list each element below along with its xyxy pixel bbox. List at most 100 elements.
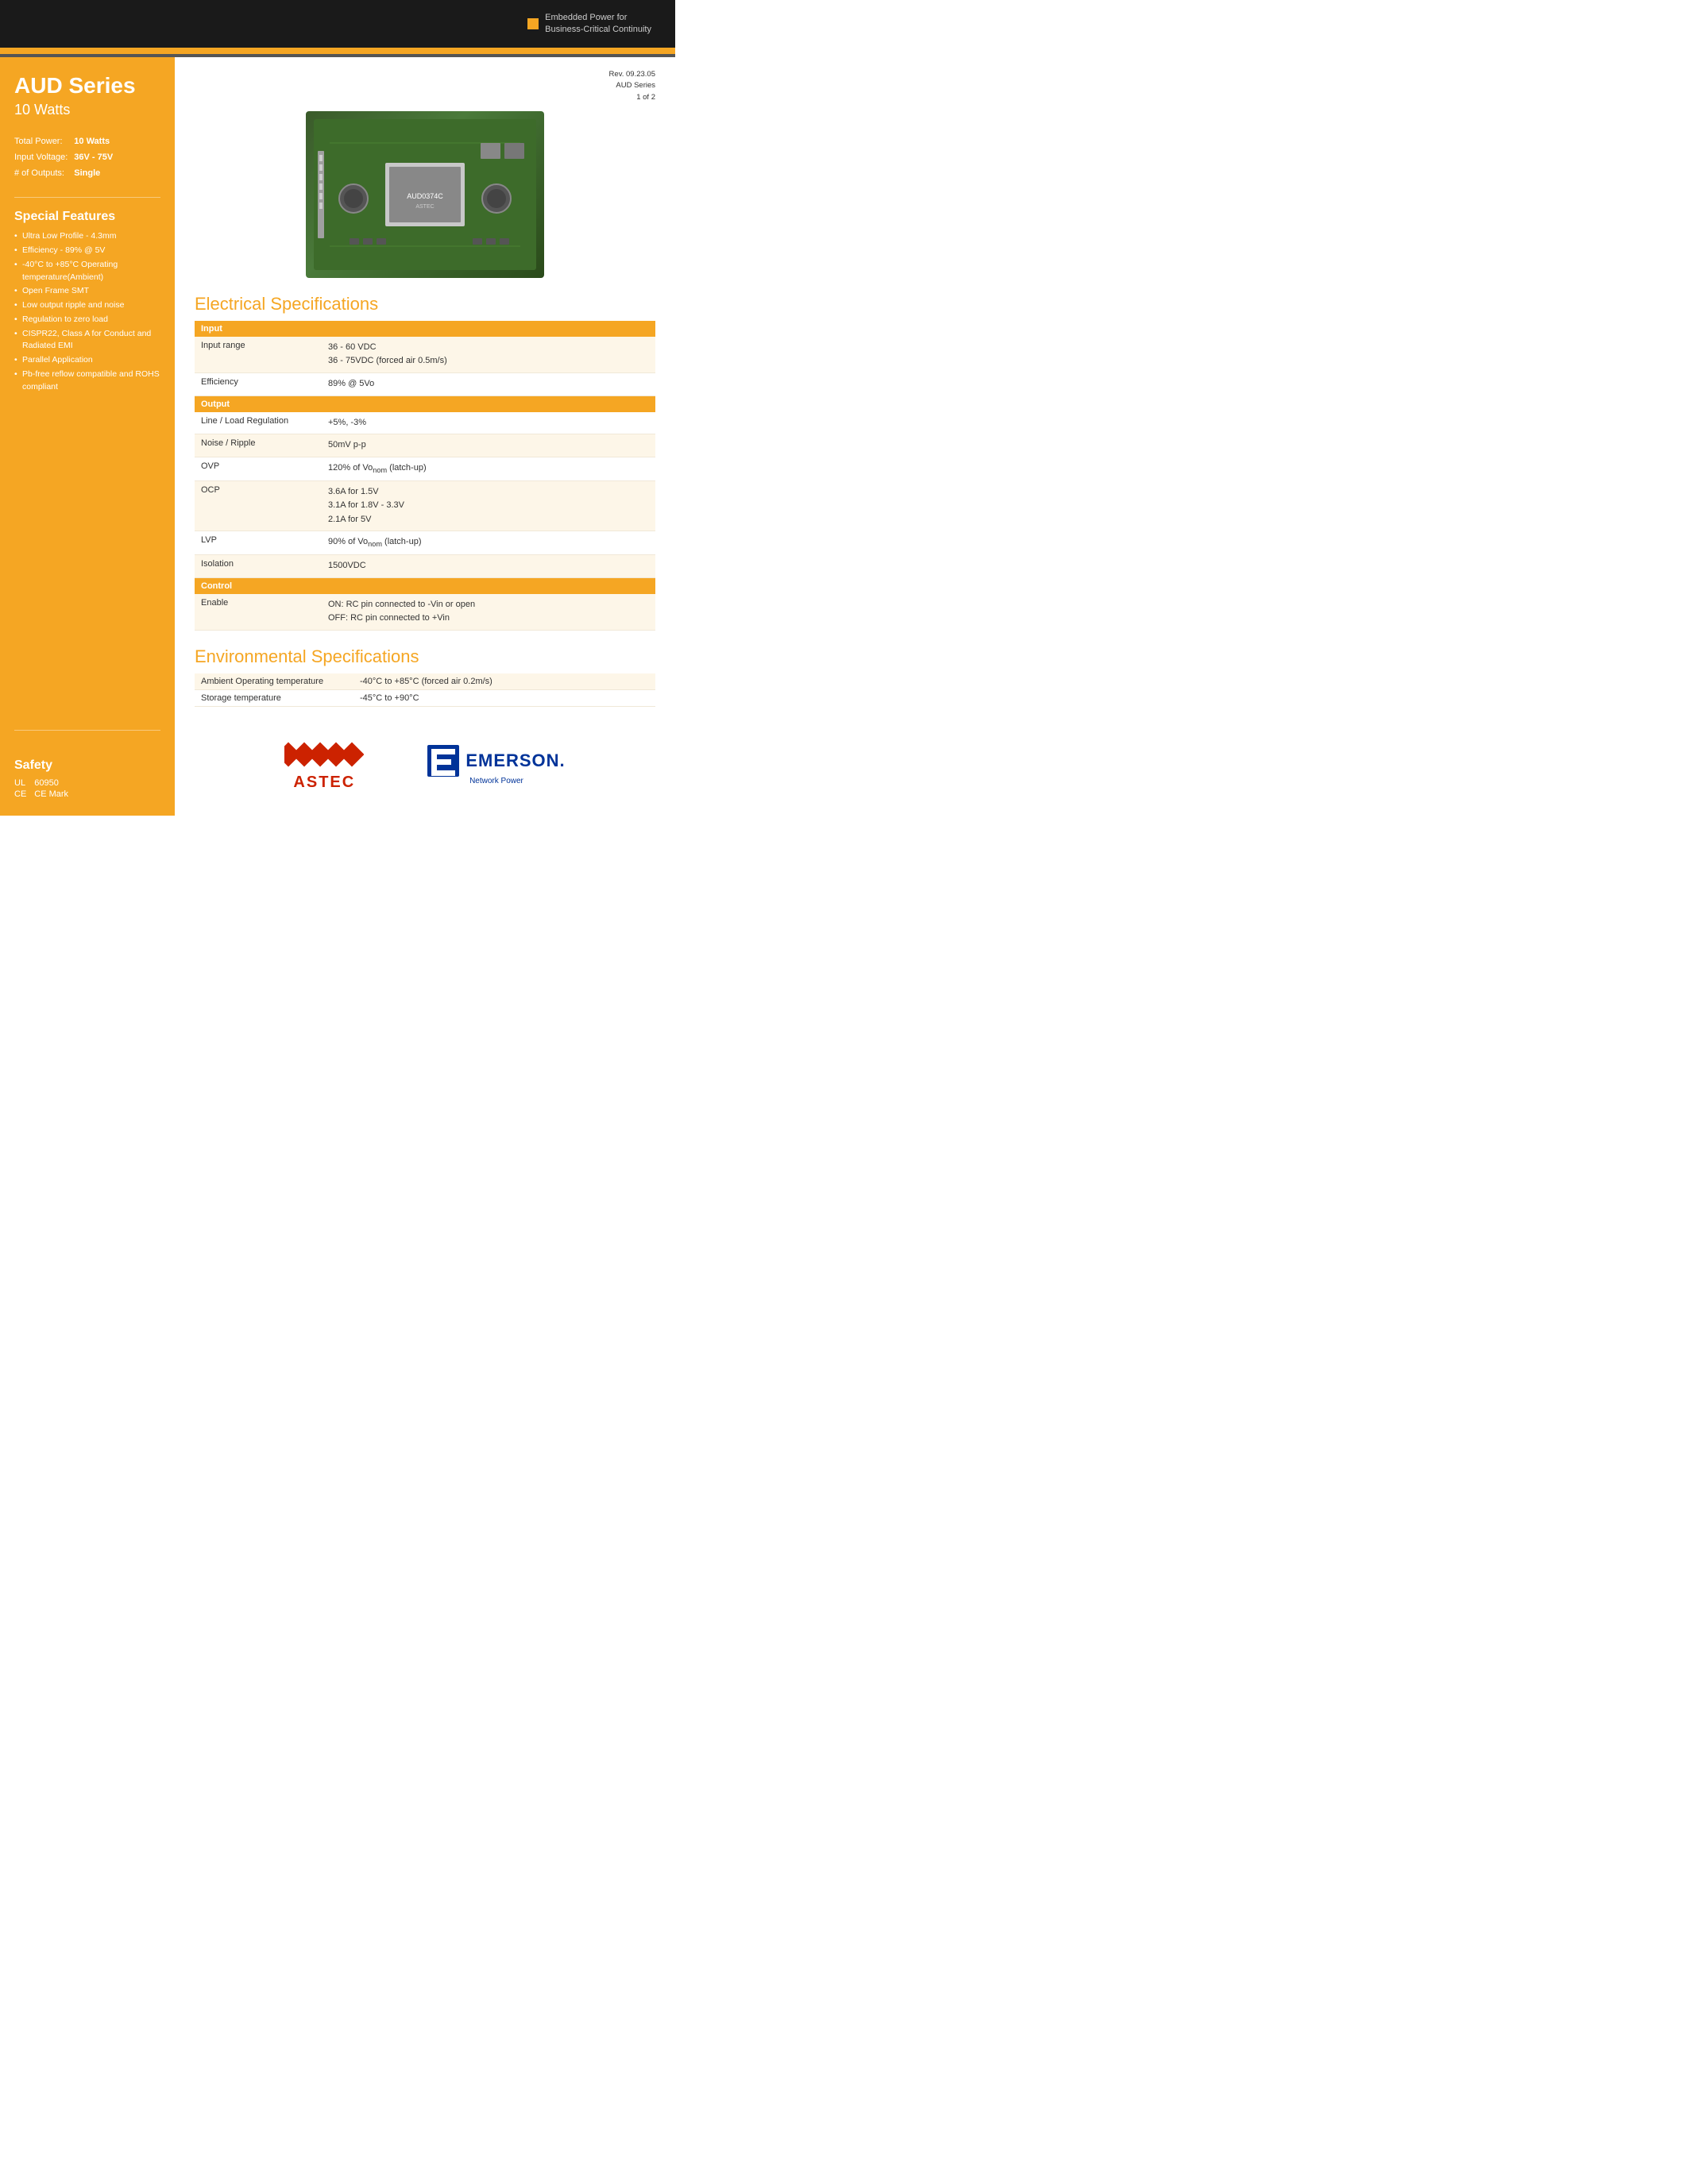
header-line2: Business-Critical Continuity bbox=[545, 25, 651, 34]
feature-item: Ultra Low Profile - 4.3mm bbox=[14, 230, 160, 243]
content-area: Rev. 09.23.05 AUD Series 1 of 2 AUD0374C bbox=[175, 57, 675, 816]
sidebar-title: AUD Series bbox=[14, 73, 160, 98]
spec-row-voltage: Input Voltage: 36V - 75V bbox=[14, 150, 113, 166]
section-header-input: Input bbox=[195, 321, 655, 337]
header-badge: Embedded Power for Business-Critical Con… bbox=[527, 12, 651, 37]
feature-item: Open Frame SMT bbox=[14, 285, 160, 298]
safety-label: CE bbox=[14, 789, 34, 800]
spec-label: Input Voltage: bbox=[14, 150, 74, 166]
section-header-control: Control bbox=[195, 577, 655, 594]
emerson-logo: EMERSON. Network Power bbox=[427, 745, 565, 785]
row-lvp: LVP 90% of Vonom (latch-up) bbox=[195, 531, 655, 555]
rev-line3: 1 of 2 bbox=[636, 93, 655, 102]
row-enable: Enable ON: RC pin connected to -Vin or o… bbox=[195, 594, 655, 631]
feature-item: Pb-free reflow compatible and ROHS compl… bbox=[14, 369, 160, 394]
header-badge-text: Embedded Power for Business-Critical Con… bbox=[545, 12, 651, 37]
header-line1: Embedded Power for bbox=[545, 13, 627, 22]
label-isolation: Isolation bbox=[195, 555, 322, 578]
orange-bar bbox=[0, 48, 675, 54]
label-noise-ripple: Noise / Ripple bbox=[195, 434, 322, 457]
page-header: Embedded Power for Business-Critical Con… bbox=[0, 0, 675, 48]
feature-item: -40°C to +85°C Operating temperature(Amb… bbox=[14, 259, 160, 284]
value-enable: ON: RC pin connected to -Vin or openOFF:… bbox=[322, 594, 655, 631]
spec-value: 10 Watts bbox=[74, 134, 113, 150]
label-lvp: LVP bbox=[195, 531, 322, 555]
label-ambient-temp: Ambient Operating temperature bbox=[195, 673, 353, 690]
feature-item: Efficiency - 89% @ 5V bbox=[14, 245, 160, 257]
safety-title: Safety bbox=[14, 758, 160, 773]
svg-text:ASTEC: ASTEC bbox=[415, 204, 434, 210]
value-input-range: 36 - 60 VDC36 - 75VDC (forced air 0.5m/s… bbox=[322, 337, 655, 373]
spec-label: Total Power: bbox=[14, 134, 74, 150]
label-enable: Enable bbox=[195, 594, 322, 631]
value-ambient-temp: -40°C to +85°C (forced air 0.2m/s) bbox=[353, 673, 655, 690]
safety-label: UL bbox=[14, 778, 34, 789]
safety-row-ul: UL 60950 bbox=[14, 778, 68, 789]
label-efficiency: Efficiency bbox=[195, 372, 322, 396]
feature-item: Low output ripple and noise bbox=[14, 299, 160, 312]
astec-diamond-svg bbox=[284, 739, 364, 770]
astec-text: ASTEC bbox=[293, 774, 355, 792]
emerson-sub: Network Power bbox=[469, 777, 523, 785]
row-ambient-temp: Ambient Operating temperature -40°C to +… bbox=[195, 673, 655, 690]
row-ocp: OCP 3.6A for 1.5V3.1A for 1.8V - 3.3V2.1… bbox=[195, 480, 655, 531]
electrical-specs-table: Input Input range 36 - 60 VDC36 - 75VDC … bbox=[195, 321, 655, 631]
value-efficiency: 89% @ 5Vo bbox=[322, 372, 655, 396]
emerson-top: EMERSON. bbox=[427, 745, 565, 777]
value-isolation: 1500VDC bbox=[322, 555, 655, 578]
value-lvp: 90% of Vonom (latch-up) bbox=[322, 531, 655, 555]
spec-row-power: Total Power: 10 Watts bbox=[14, 134, 113, 150]
astec-diamonds bbox=[284, 739, 364, 770]
sidebar-specs: Total Power: 10 Watts Input Voltage: 36V… bbox=[14, 134, 160, 181]
rev-info: Rev. 09.23.05 AUD Series 1 of 2 bbox=[195, 69, 655, 103]
safety-value: CE Mark bbox=[34, 789, 68, 800]
safety-section: Safety UL 60950 CE CE Mark bbox=[14, 743, 160, 800]
emerson-name: EMERSON. bbox=[465, 751, 565, 771]
footer-logos: ASTEC EMERSON. Network Power bbox=[195, 723, 655, 800]
row-ovp: OVP 120% of Vonom (latch-up) bbox=[195, 457, 655, 480]
section-header-output: Output bbox=[195, 396, 655, 412]
label-storage-temp: Storage temperature bbox=[195, 690, 353, 707]
label-input-range: Input range bbox=[195, 337, 322, 373]
rev-line2: AUD Series bbox=[616, 81, 655, 90]
row-line-load: Line / Load Regulation +5%, -3% bbox=[195, 412, 655, 434]
label-ocp: OCP bbox=[195, 480, 322, 531]
sidebar: AUD Series 10 Watts Total Power: 10 Watt… bbox=[0, 57, 175, 816]
value-noise-ripple: 50mV p-p bbox=[322, 434, 655, 457]
pcb-svg: AUD0374C ASTEC bbox=[314, 119, 536, 270]
environmental-specs-table: Ambient Operating temperature -40°C to +… bbox=[195, 673, 655, 707]
value-ocp: 3.6A for 1.5V3.1A for 1.8V - 3.3V2.1A fo… bbox=[322, 480, 655, 531]
feature-item: CISPR22, Class A for Conduct and Radiate… bbox=[14, 328, 160, 353]
emerson-icon-svg bbox=[427, 745, 459, 777]
main-layout: AUD Series 10 Watts Total Power: 10 Watt… bbox=[0, 57, 675, 816]
special-features-title: Special Features bbox=[14, 210, 160, 224]
label-ovp: OVP bbox=[195, 457, 322, 480]
feature-item: Regulation to zero load bbox=[14, 314, 160, 326]
rev-line1: Rev. 09.23.05 bbox=[609, 70, 655, 79]
header-badge-icon bbox=[527, 18, 539, 29]
spec-label: # of Outputs: bbox=[14, 166, 74, 182]
value-ovp: 120% of Vonom (latch-up) bbox=[322, 457, 655, 480]
row-input-range: Input range 36 - 60 VDC36 - 75VDC (force… bbox=[195, 337, 655, 373]
sidebar-divider-2 bbox=[14, 730, 160, 731]
row-isolation: Isolation 1500VDC bbox=[195, 555, 655, 578]
safety-value: 60950 bbox=[34, 778, 68, 789]
row-noise-ripple: Noise / Ripple 50mV p-p bbox=[195, 434, 655, 457]
sidebar-bottom: Safety UL 60950 CE CE Mark bbox=[14, 718, 160, 800]
astec-logo: ASTEC bbox=[284, 739, 364, 792]
sidebar-divider bbox=[14, 197, 160, 198]
value-line-load: +5%, -3% bbox=[322, 412, 655, 434]
product-image-area: AUD0374C ASTEC bbox=[195, 111, 655, 278]
label-line-load: Line / Load Regulation bbox=[195, 412, 322, 434]
row-storage-temp: Storage temperature -45°C to +90°C bbox=[195, 690, 655, 707]
safety-row-ce: CE CE Mark bbox=[14, 789, 68, 800]
feature-item: Parallel Application bbox=[14, 354, 160, 367]
product-image: AUD0374C ASTEC bbox=[306, 111, 544, 278]
features-list: Ultra Low Profile - 4.3mm Efficiency - 8… bbox=[14, 230, 160, 393]
sidebar-subtitle: 10 Watts bbox=[14, 102, 160, 118]
row-efficiency: Efficiency 89% @ 5Vo bbox=[195, 372, 655, 396]
spec-value: Single bbox=[74, 166, 113, 182]
electrical-title: Electrical Specifications bbox=[195, 294, 655, 314]
value-storage-temp: -45°C to +90°C bbox=[353, 690, 655, 707]
svg-text:AUD0374C: AUD0374C bbox=[407, 192, 443, 200]
